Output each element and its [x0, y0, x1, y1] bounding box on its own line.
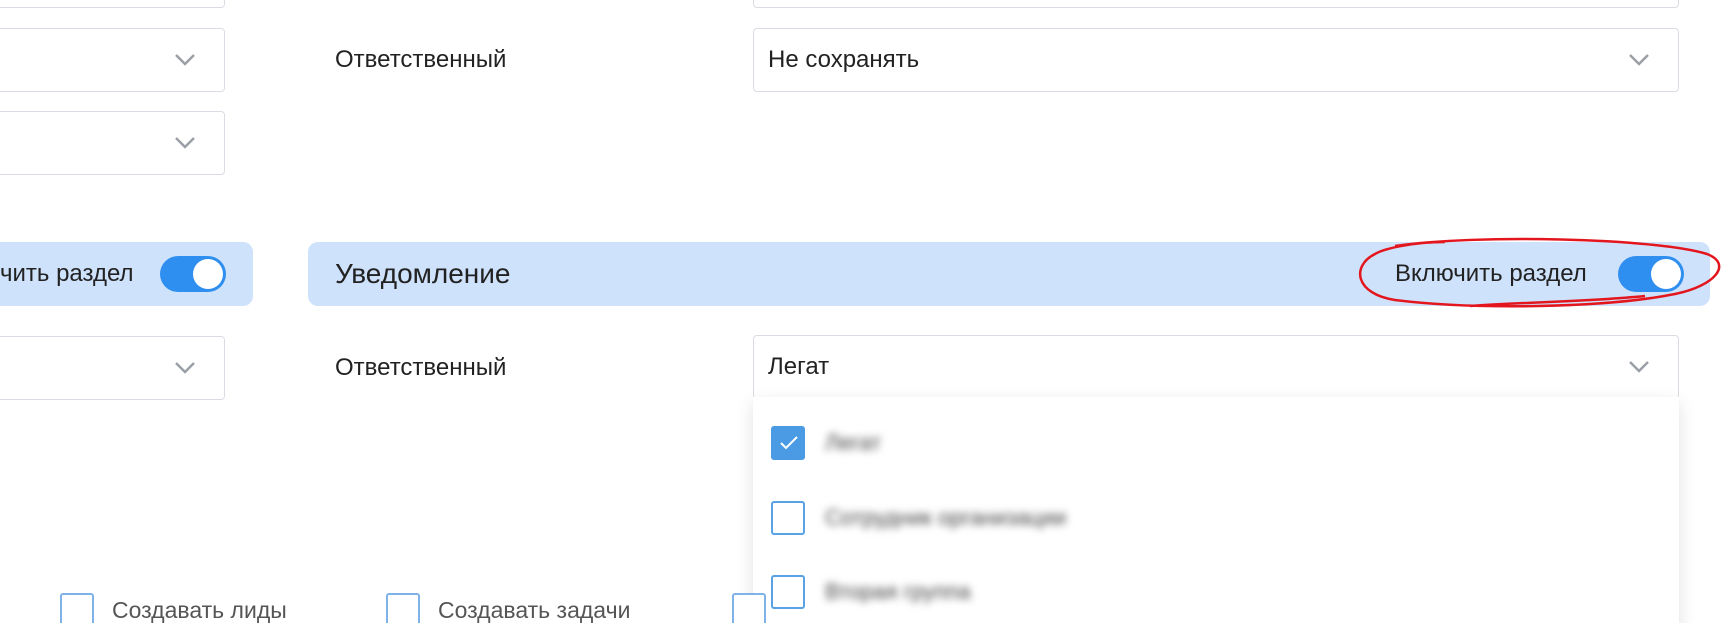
create-tasks-option[interactable]: Создавать задачи: [386, 590, 630, 623]
create-tasks-label: Создавать задачи: [438, 596, 631, 623]
responsible-dropdown-list: Легат Сотрудник организации Вторая групп…: [753, 397, 1679, 623]
checkbox[interactable]: [771, 501, 805, 535]
notification-responsible-label: Ответственный: [335, 354, 507, 381]
dropdown-option[interactable]: Сотрудник организации: [771, 498, 1066, 538]
partial-checkbox[interactable]: [732, 593, 766, 623]
section-title: Уведомление: [335, 258, 511, 289]
left-select-3[interactable]: [0, 336, 225, 400]
dropdown-option-label: Легат: [825, 430, 882, 455]
chevron-down-icon: [174, 361, 196, 375]
dropdown-option-label: Вторая группа: [825, 579, 971, 604]
dropdown-option[interactable]: Вторая группа: [771, 572, 971, 612]
toggle-knob: [193, 259, 223, 289]
left-select-2[interactable]: [0, 111, 225, 175]
create-leads-label: Создавать лиды: [112, 596, 287, 623]
chevron-down-icon: [1628, 53, 1650, 67]
chevron-down-icon: [174, 136, 196, 150]
create-leads-checkbox[interactable]: [60, 593, 94, 623]
toggle-knob: [1651, 259, 1681, 289]
left-section-header: чить раздел: [0, 242, 253, 306]
chevron-down-icon: [174, 53, 196, 67]
responsible-select-value: Не сохранять: [768, 46, 920, 73]
create-tasks-checkbox[interactable]: [386, 593, 420, 623]
right-top-partial-select[interactable]: [753, 0, 1679, 8]
left-enable-section-toggle[interactable]: [160, 256, 226, 292]
chevron-down-icon: [1628, 360, 1650, 374]
create-leads-option[interactable]: Создавать лиды: [60, 590, 287, 623]
left-top-partial-select[interactable]: [0, 0, 225, 8]
responsible-label: Ответственный: [335, 46, 507, 73]
notification-section-header: Уведомление Включить раздел: [308, 242, 1710, 306]
enable-section-label: Включить раздел: [1395, 260, 1587, 287]
left-enable-section-label: чить раздел: [0, 260, 134, 287]
checkbox-checked[interactable]: [771, 426, 805, 460]
dropdown-option-label: Сотрудник организации: [825, 505, 1067, 530]
notification-responsible-value: Легат: [768, 353, 830, 380]
left-select-1[interactable]: [0, 28, 225, 92]
responsible-select[interactable]: Не сохранять: [753, 28, 1679, 92]
settings-page: Ответственный Не сохранять чить раздел У…: [0, 0, 1732, 623]
partial-option[interactable]: [732, 590, 766, 623]
checkbox[interactable]: [771, 575, 805, 609]
notification-responsible-select[interactable]: Легат: [753, 335, 1679, 399]
enable-section-toggle[interactable]: [1618, 256, 1684, 292]
checkmark-icon: [780, 436, 798, 450]
dropdown-option[interactable]: Легат: [771, 423, 881, 463]
